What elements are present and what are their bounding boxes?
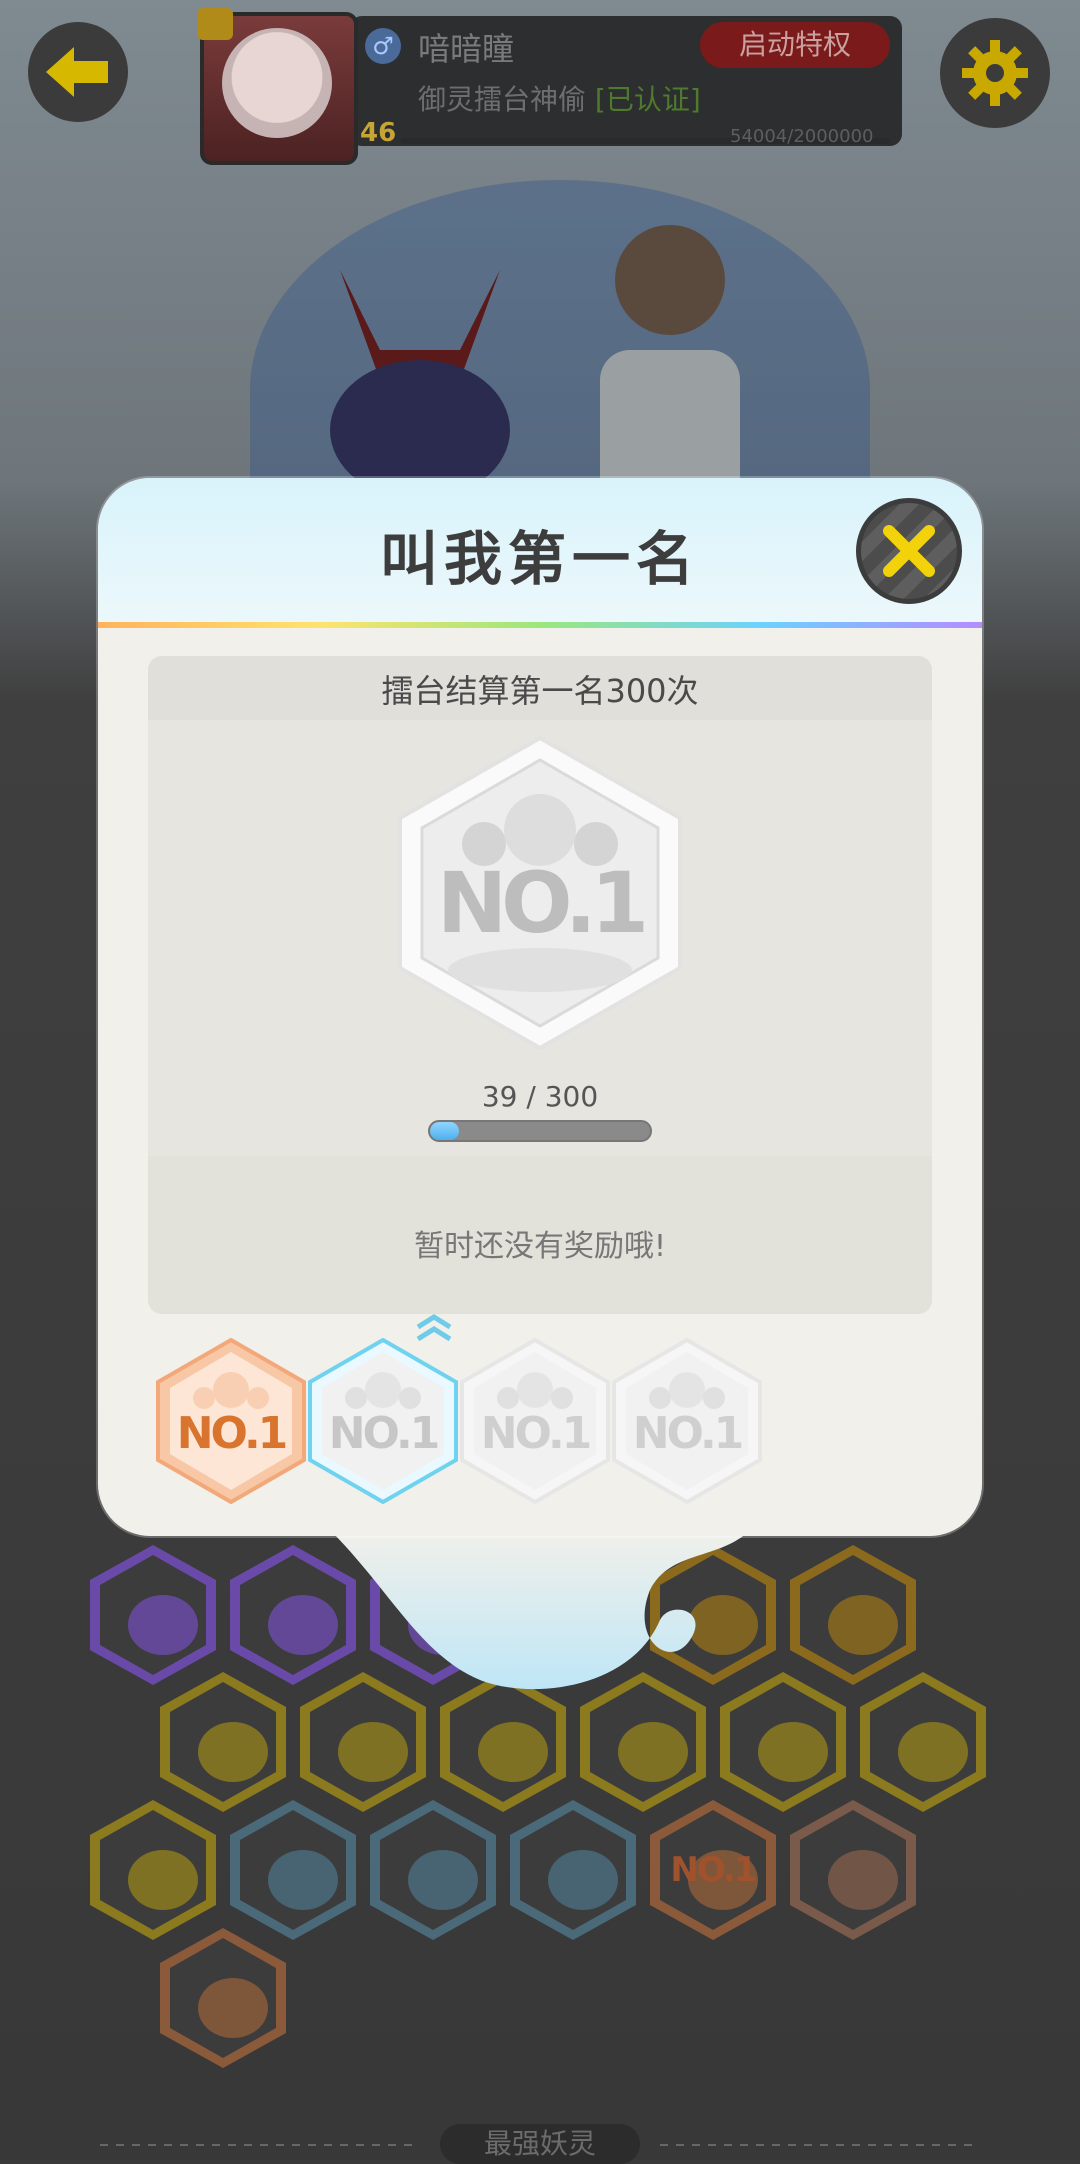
tier-badge-label: NO.1	[481, 1408, 590, 1459]
player-level: 46	[360, 118, 397, 148]
achievement-hex-inner	[800, 1810, 906, 1930]
modal-title: 叫我第一名	[379, 525, 700, 593]
achievement-hex-inner	[450, 1682, 556, 1802]
verified-tag: [已认证]	[594, 83, 701, 116]
achievement-icon	[128, 1850, 198, 1910]
back-button[interactable]	[28, 22, 128, 122]
achievement-card: 擂台结算第一名300次 NO.1 39 / 300 暂时还没有奖励哦!	[148, 656, 932, 1314]
achievement-icon	[828, 1850, 898, 1910]
achievement-icon	[618, 1722, 688, 1782]
achievement-icon	[268, 1595, 338, 1655]
achievement-hex-inner	[800, 1555, 906, 1675]
grid-badge-label: NO.1	[670, 1850, 757, 1890]
achievement-icon	[268, 1850, 338, 1910]
settings-button[interactable]	[940, 18, 1050, 128]
achievement-hex-inner	[590, 1682, 696, 1802]
achievement-hex-inner	[380, 1810, 486, 1930]
player-title: 御灵擂台神偷 [已认证]	[418, 78, 701, 118]
close-button[interactable]	[856, 498, 962, 604]
tier-badge-2[interactable]: NO.1	[308, 1337, 458, 1505]
gender-icon: ♂	[365, 28, 401, 64]
avatar-portrait	[222, 28, 332, 138]
achievement-icon	[128, 1595, 198, 1655]
achievement-icon	[408, 1850, 478, 1910]
gear-icon	[962, 40, 1028, 106]
achievement-hex-inner	[240, 1810, 346, 1930]
task-title: 擂台结算第一名300次	[381, 672, 699, 710]
achievement-icon	[338, 1722, 408, 1782]
start-privilege-button[interactable]: 启动特权	[700, 22, 890, 68]
achievement-hex-inner	[730, 1682, 836, 1802]
achievement-icon	[198, 1722, 268, 1782]
achievement-icon	[198, 1978, 268, 2038]
modal-tail-swirl	[330, 1530, 750, 1690]
large-badge-label: NO.1	[437, 854, 644, 952]
tier-badge-label: NO.1	[633, 1408, 742, 1459]
character-boy-figure	[600, 225, 740, 520]
progress-bar	[428, 1120, 652, 1142]
tier-badge-1[interactable]: NO.1	[156, 1337, 306, 1505]
tab-strongest-spirit[interactable]: 最强妖灵	[440, 2124, 640, 2164]
achievement-icon	[898, 1722, 968, 1782]
exp-text: 54004/2000000	[730, 126, 874, 147]
tier-badge-4[interactable]: NO.1	[612, 1337, 762, 1505]
achievement-hex-inner	[100, 1810, 206, 1930]
achievement-hex-inner	[520, 1810, 626, 1930]
achievement-hex-inner	[870, 1682, 976, 1802]
tier-badge-label: NO.1	[177, 1408, 286, 1459]
tier-badge-label: NO.1	[329, 1408, 438, 1459]
header-rainbow-divider	[98, 622, 982, 628]
tier-badge-3[interactable]: NO.1	[460, 1337, 610, 1505]
back-arrow-icon	[46, 47, 108, 97]
close-icon	[883, 525, 935, 577]
achievement-hex-inner	[170, 1938, 276, 2058]
character-helmet-figure	[330, 270, 510, 500]
progress-fill	[430, 1122, 459, 1140]
progress-text: 39 / 300	[481, 1080, 599, 1113]
divider-right	[660, 2144, 980, 2146]
divider-left	[100, 2144, 420, 2146]
no1-badge-large: NO.1	[398, 735, 682, 1051]
achievement-icon	[758, 1722, 828, 1782]
achievement-modal: 叫我第一名 擂台结算第一名300次 NO.1 39 / 300 暂时还没有奖励哦…	[98, 478, 982, 1536]
player-name: 喑暗瞳	[418, 30, 515, 68]
achievement-icon	[478, 1722, 548, 1782]
achievement-hex-inner	[310, 1682, 416, 1802]
reward-text: 暂时还没有奖励哦!	[413, 1229, 667, 1264]
achievement-hex-inner	[170, 1682, 276, 1802]
achievement-icon	[828, 1595, 898, 1655]
player-title-text: 御灵擂台神偷	[418, 83, 587, 116]
crown-icon	[197, 8, 233, 40]
achievement-hex-inner	[100, 1555, 206, 1675]
achievement-icon	[548, 1850, 618, 1910]
